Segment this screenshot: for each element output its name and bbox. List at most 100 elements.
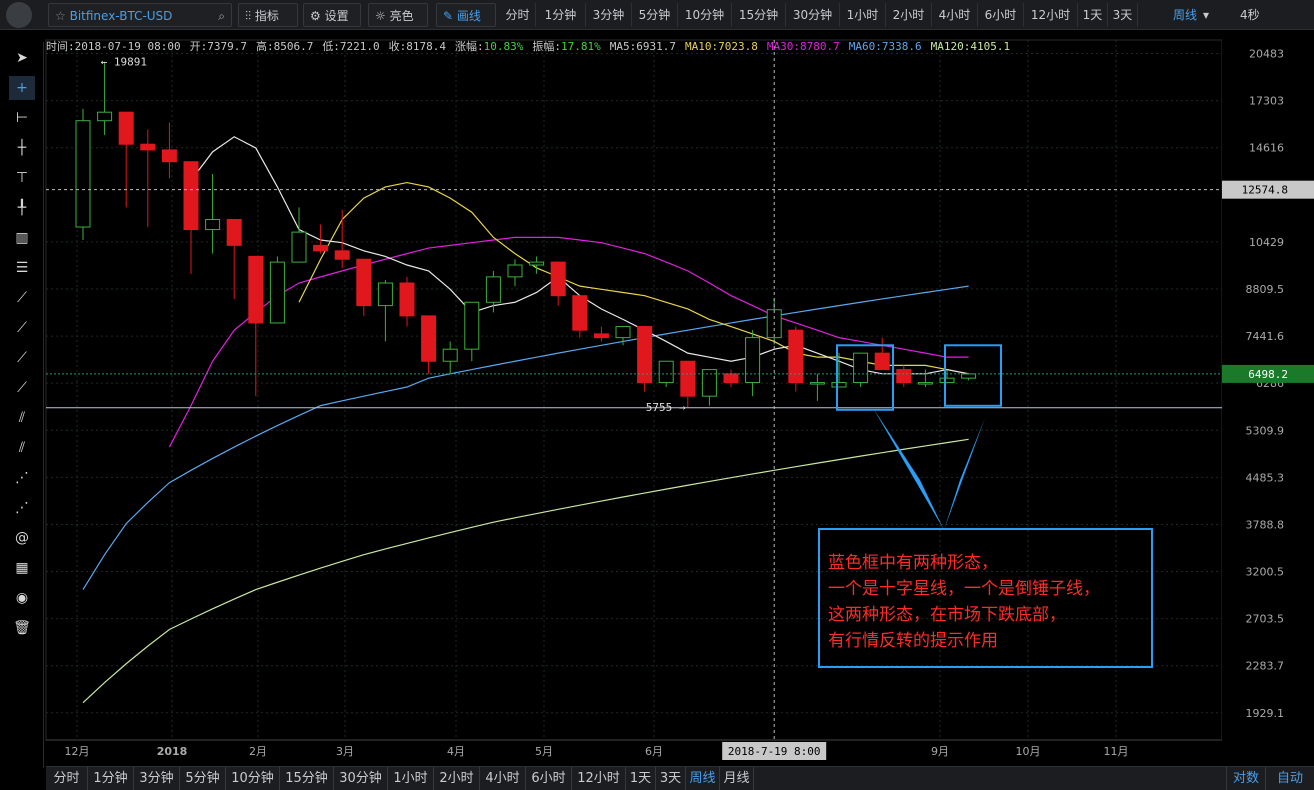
y-tick-label: 2703.5 xyxy=(1246,613,1285,626)
y-tick-label: 1929.1 xyxy=(1246,707,1285,720)
bottom-interval-10[interactable]: 6小时 xyxy=(526,767,572,790)
gann-fan-icon[interactable]: ⋰ xyxy=(9,496,35,520)
cursor-arrow-icon[interactable]: ➤ xyxy=(9,46,35,70)
bottom-interval-14[interactable]: 周线 xyxy=(686,767,720,790)
interval-tab-9[interactable]: 4小时 xyxy=(932,3,978,27)
extended-line-icon[interactable]: ⟋ xyxy=(9,346,35,370)
refresh-interval[interactable]: 4秒 xyxy=(1240,3,1280,27)
trash-icon[interactable]: 🗑 xyxy=(9,616,35,640)
high-mark-label: ← 19891 xyxy=(101,56,147,69)
interval-tab-13[interactable]: 3天 xyxy=(1108,3,1138,27)
candle-body xyxy=(615,326,631,339)
parallel-lines-icon[interactable]: ☰ xyxy=(9,256,35,280)
brightness-button[interactable]: ☼ 亮色 xyxy=(368,3,428,27)
y-tick-label: 3788.8 xyxy=(1246,518,1285,531)
crosshair-time-text: 2018-7-19 8:00 xyxy=(728,745,821,758)
symbol-name: Bitfinex-BTC-USD xyxy=(69,9,173,23)
bottom-interval-6[interactable]: 30分钟 xyxy=(334,767,388,790)
log-scale-button[interactable]: 对数 xyxy=(1226,767,1266,790)
y-tick-label: 20483 xyxy=(1249,48,1284,61)
pitchfork-icon[interactable]: ⫽ xyxy=(9,436,35,460)
arrow-line-icon[interactable]: ⟋ xyxy=(9,376,35,400)
info-change: 10.83% xyxy=(483,40,524,53)
fan-lines-icon[interactable]: ⋰ xyxy=(9,466,35,490)
ruler-icon[interactable]: ▥ xyxy=(9,226,35,250)
candle-body xyxy=(118,111,134,145)
candle-body xyxy=(529,261,545,266)
bottom-interval-7[interactable]: 1小时 xyxy=(388,767,434,790)
trend-line-icon[interactable]: ⟋ xyxy=(9,286,35,310)
bottom-interval-9[interactable]: 4小时 xyxy=(480,767,526,790)
symbol-selector[interactable]: ☆ Bitfinex-BTC-USD ⌕ xyxy=(48,3,232,27)
candle-body xyxy=(205,219,221,231)
interval-tab-10[interactable]: 6小时 xyxy=(978,3,1024,27)
gear-icon: ⚙ xyxy=(310,9,321,23)
bottom-interval-15[interactable]: 月线 xyxy=(720,767,754,790)
bottom-interval-1[interactable]: 1分钟 xyxy=(88,767,134,790)
segment-line-icon[interactable]: ⊢ xyxy=(9,106,35,130)
candle-body xyxy=(464,301,480,350)
x-tick-label: 3月 xyxy=(336,745,354,758)
bottom-interval-13[interactable]: 3天 xyxy=(656,767,686,790)
star-icon[interactable]: ☆ xyxy=(55,9,66,23)
annotation-line-1: 蓝色框中有两种形态， xyxy=(828,553,998,573)
spiral-icon[interactable]: @ xyxy=(9,526,35,550)
eye-icon[interactable]: ◉ xyxy=(9,586,35,610)
bottom-interval-11[interactable]: 12小时 xyxy=(572,767,626,790)
y-tick-label: 5309.9 xyxy=(1246,424,1285,437)
x-tick-label: 10月 xyxy=(1016,745,1041,758)
candle-body xyxy=(248,255,264,324)
interval-tab-8[interactable]: 2小时 xyxy=(886,3,932,27)
interval-tab-3[interactable]: 5分钟 xyxy=(632,3,678,27)
bottom-interval-2[interactable]: 3分钟 xyxy=(134,767,180,790)
interval-tab-11[interactable]: 12小时 xyxy=(1024,3,1078,27)
interval-tab-4[interactable]: 10分钟 xyxy=(678,3,732,27)
bottom-interval-0[interactable]: 分时 xyxy=(46,767,88,790)
bottom-interval-4[interactable]: 10分钟 xyxy=(226,767,280,790)
vertical-line-icon[interactable]: ╀ xyxy=(9,196,35,220)
price-chart[interactable]: ← 19891 5755 → 20483 17303 14616 10429 8809.5… xyxy=(0,0,1314,790)
y-tick-label: 14616 xyxy=(1249,142,1284,155)
interval-tab-5[interactable]: 15分钟 xyxy=(732,3,786,27)
settings-button[interactable]: ⚙ 设置 xyxy=(303,3,361,27)
indicator-button[interactable]: ⫶⫶ 指标 xyxy=(238,3,298,27)
sun-icon: ☼ xyxy=(375,9,386,23)
bottom-interval-8[interactable]: 2小时 xyxy=(434,767,480,790)
interval-tab-0[interactable]: 分时 xyxy=(500,3,536,27)
low-mark-label: 5755 → xyxy=(646,401,686,414)
candle-body xyxy=(658,360,674,384)
horizontal-line-icon[interactable]: ⊤ xyxy=(9,166,35,190)
info-amp: 17.81% xyxy=(561,40,601,53)
parallel-channel-icon[interactable]: ⫽ xyxy=(9,406,35,430)
annotation-line-3: 这两种形态，在市场下跌底部， xyxy=(828,605,1066,625)
info-close: 收:8178.4 xyxy=(388,40,447,53)
interval-tab-12[interactable]: 1天 xyxy=(1078,3,1108,27)
search-icon[interactable]: ⌕ xyxy=(218,4,225,28)
chevron-down-icon[interactable]: ▾ xyxy=(1203,3,1215,27)
candle-body xyxy=(788,329,804,384)
candle-body xyxy=(291,231,307,263)
candle-body xyxy=(896,369,912,384)
candle-body xyxy=(442,348,458,362)
candle-body xyxy=(313,244,329,252)
interval-tab-7[interactable]: 1小时 xyxy=(840,3,886,27)
interval-tab-1[interactable]: 1分钟 xyxy=(536,3,586,27)
x-tick-label: 6月 xyxy=(645,745,663,758)
draw-button[interactable]: ✎ 画线 xyxy=(436,3,496,27)
info-amp-label: 振幅: xyxy=(532,40,562,53)
measure-icon[interactable]: ▦ xyxy=(9,556,35,580)
ray-icon[interactable]: ⟋ xyxy=(9,316,35,340)
info-open: 开:7379.7 xyxy=(189,40,247,53)
auto-scale-button[interactable]: 自动 xyxy=(1268,767,1312,790)
interval-tab-6[interactable]: 30分钟 xyxy=(786,3,840,27)
horizontal-ray-icon[interactable]: ┼ xyxy=(9,136,35,160)
interval-tab-2[interactable]: 3分钟 xyxy=(586,3,632,27)
bottom-interval-3[interactable]: 5分钟 xyxy=(180,767,226,790)
info-ma60: MA60:7338.6 xyxy=(848,40,922,53)
bottom-interval-12[interactable]: 1天 xyxy=(626,767,656,790)
indicator-icon: ⫶⫶ xyxy=(245,9,252,23)
x-tick-label: 2月 xyxy=(249,745,267,758)
drawing-tools-sidebar: ➤ + ⊢ ┼ ⊤ ╀ ▥ ☰ ⟋ ⟋ ⟋ ⟋ ⫽ ⫽ ⋰ ⋰ @ ▦ ◉ 🗑 xyxy=(0,42,44,768)
bottom-interval-5[interactable]: 15分钟 xyxy=(280,767,334,790)
crosshair-icon[interactable]: + xyxy=(9,76,35,100)
